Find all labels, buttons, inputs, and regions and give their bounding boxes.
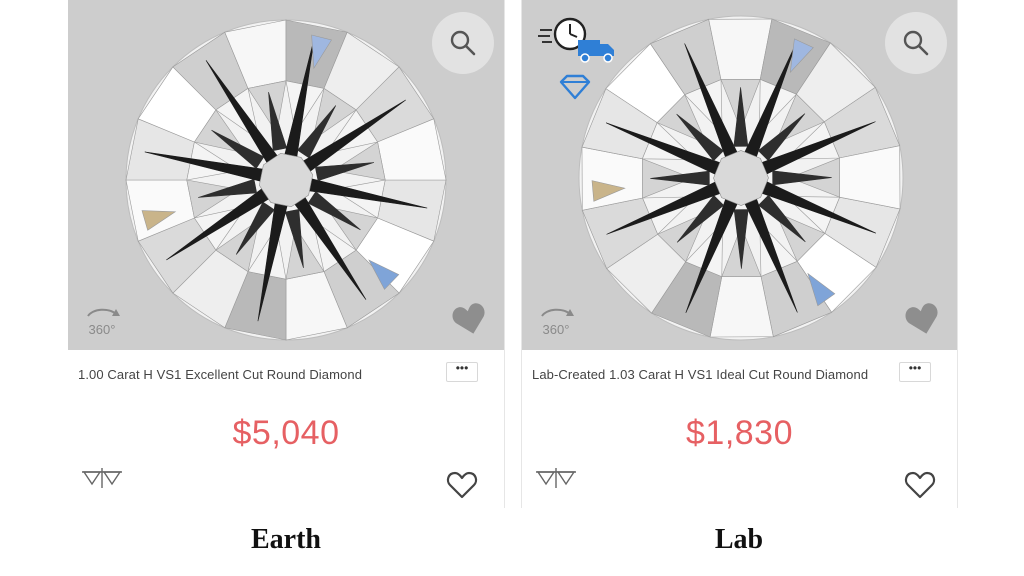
- blue-diamond-badge: [558, 74, 592, 105]
- product-title[interactable]: 1.00 Carat H VS1 Excellent Cut Round Dia…: [78, 364, 438, 386]
- product-image-area[interactable]: 360°: [68, 0, 504, 350]
- heart-outline-icon: [904, 471, 936, 499]
- heart-silhouette-icon: [905, 303, 938, 334]
- fast-shipping-icon: [538, 17, 614, 63]
- product-card-lab[interactable]: 360° Lab-Created 1.03 Carat H VS1 Ideal …: [521, 0, 958, 508]
- more-options-button[interactable]: •••: [899, 362, 931, 382]
- caption-earth: Earth: [251, 524, 321, 555]
- favorite-button[interactable]: [446, 470, 478, 505]
- rotate-360-label: 360°: [89, 322, 116, 337]
- rotate-360-badge[interactable]: 360°: [80, 302, 124, 347]
- fast-shipping-badge: [538, 14, 618, 71]
- rotate-360-icon: 360°: [541, 308, 574, 337]
- favorite-button[interactable]: [904, 470, 936, 505]
- zoom-button[interactable]: [885, 12, 947, 74]
- heart-silhouette-badge: [905, 302, 941, 341]
- product-card-earth[interactable]: 360° 1.00 Carat H VS1 Excellent Cut Roun…: [68, 0, 505, 508]
- search-icon: [450, 30, 476, 56]
- compare-button[interactable]: [534, 466, 578, 495]
- product-title[interactable]: Lab-Created 1.03 Carat H VS1 Ideal Cut R…: [532, 364, 892, 386]
- heart-silhouette-badge: [452, 302, 488, 341]
- compare-button[interactable]: [80, 466, 124, 495]
- rotate-360-label: 360°: [543, 322, 570, 337]
- compare-icon: [536, 468, 576, 488]
- product-price: $1,830: [686, 414, 793, 452]
- rotate-360-icon: 360°: [87, 308, 120, 337]
- zoom-button[interactable]: [432, 12, 494, 74]
- heart-silhouette-icon: [452, 303, 485, 334]
- compare-icon: [82, 468, 122, 488]
- heart-outline-icon: [446, 471, 478, 499]
- product-price: $5,040: [232, 414, 340, 452]
- caption-lab: Lab: [714, 524, 764, 555]
- blue-diamond-icon: [559, 74, 591, 100]
- product-image-area[interactable]: 360°: [522, 0, 957, 350]
- search-icon: [903, 30, 929, 56]
- more-options-button[interactable]: •••: [446, 362, 478, 382]
- rotate-360-badge[interactable]: 360°: [534, 302, 578, 347]
